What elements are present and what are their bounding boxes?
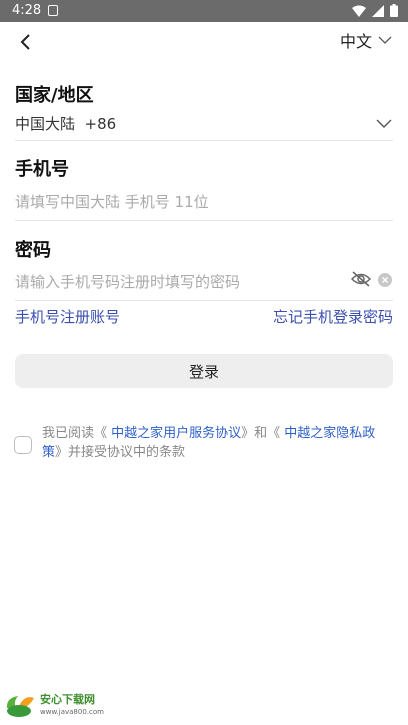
agreement-suffix: 》并接受协议中的条款	[55, 445, 186, 460]
language-selector[interactable]: 中文	[340, 28, 392, 52]
terms-link[interactable]: 中越之家用户服务协议	[107, 426, 241, 441]
watermark: 安心下载网 www.java800.com	[4, 694, 104, 718]
forgot-password-link[interactable]: 忘记手机登录密码	[273, 306, 393, 327]
divider	[15, 220, 393, 221]
register-link[interactable]: 手机号注册账号	[15, 306, 120, 327]
sim-icon	[48, 5, 58, 16]
phone-title: 手机号	[15, 159, 69, 180]
region-chevron-down-icon[interactable]	[376, 119, 392, 129]
eye-hidden-icon[interactable]	[350, 270, 372, 288]
agreement-text: 我已阅读《 中越之家用户服务协议》和《 中越之家隐私政策》并接受协议中的条款	[42, 424, 392, 462]
chevron-down-icon	[378, 36, 392, 44]
agreement-prefix: 我已阅读《	[42, 426, 108, 441]
watermark-logo-icon	[6, 696, 34, 717]
language-label: 中文	[339, 32, 372, 51]
back-icon[interactable]	[14, 30, 38, 54]
region-selector[interactable]: 中国大陆 +86	[15, 113, 116, 134]
top-bar: 中文	[0, 22, 408, 62]
status-icons	[352, 4, 398, 17]
privacy-link-continued[interactable]: 策	[42, 445, 55, 460]
login-button[interactable]: 登录	[15, 354, 393, 388]
password-input[interactable]: 请输入手机号码注册时填写的密码	[15, 271, 240, 292]
agreement-checkbox[interactable]	[14, 436, 32, 454]
divider	[15, 140, 393, 141]
battery-icon	[390, 4, 398, 17]
divider	[15, 300, 393, 301]
region-title: 国家/地区	[15, 85, 94, 106]
status-time: 4:28	[12, 3, 42, 18]
signal-icon	[372, 4, 384, 17]
watermark-name: 安心下载网	[40, 693, 95, 706]
region-value: 中国大陆 +86	[15, 115, 117, 133]
agreement-middle: 》和《	[241, 426, 281, 441]
phone-input[interactable]: 请填写中国大陆 手机号 11位	[15, 191, 209, 212]
status-bar: 4:28	[0, 0, 408, 22]
clear-icon[interactable]	[378, 273, 392, 287]
wifi-icon	[352, 5, 366, 17]
watermark-url: www.java800.com	[40, 708, 104, 716]
password-title: 密码	[15, 240, 51, 261]
privacy-link[interactable]: 中越之家隐私政	[280, 426, 375, 441]
